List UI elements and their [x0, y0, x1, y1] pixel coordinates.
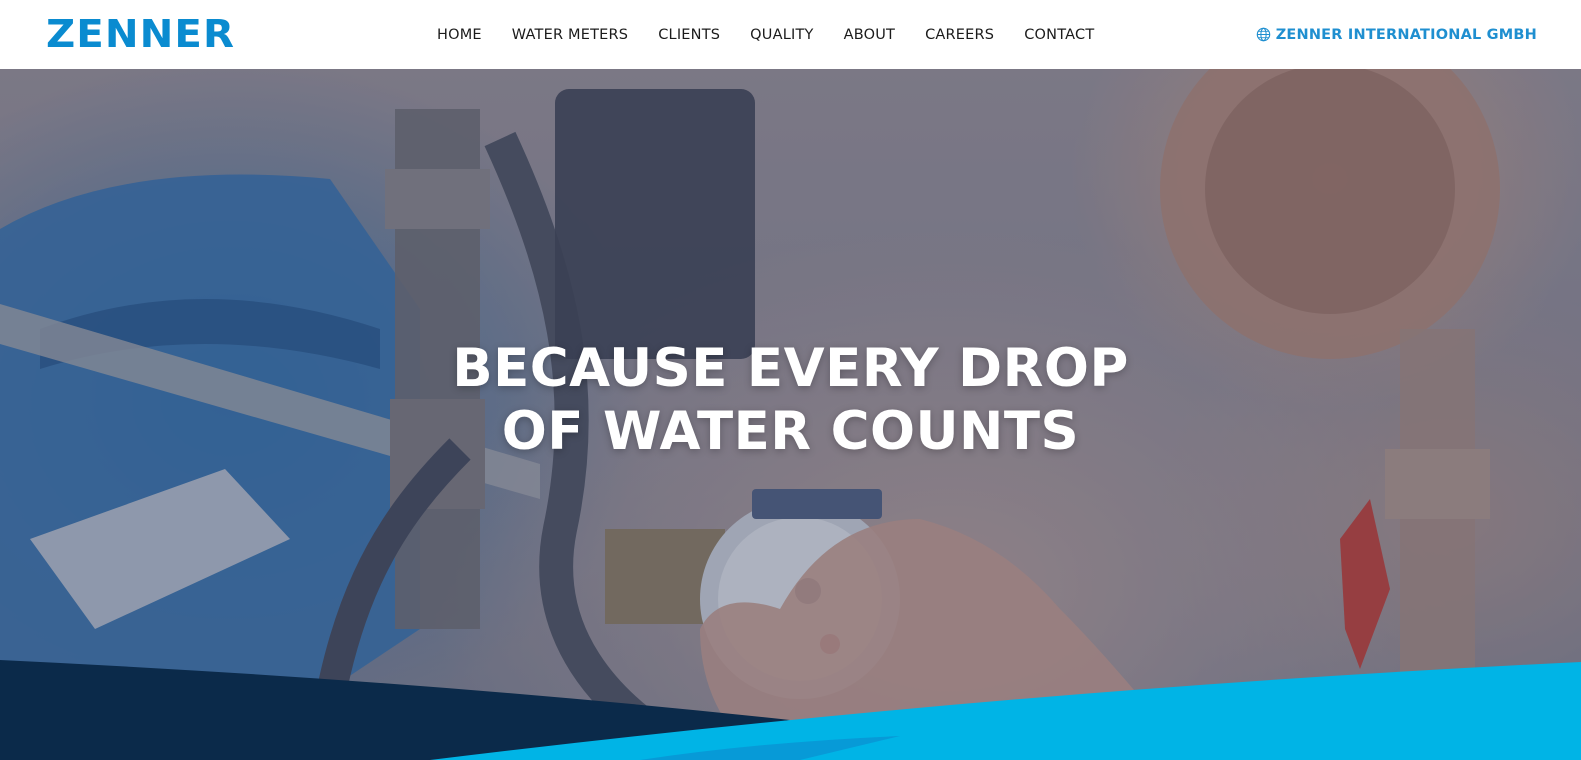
hero-bottom-wave [0, 660, 1581, 760]
nav-item-water-meters[interactable]: WATER METERS [512, 27, 628, 43]
nav-item-contact[interactable]: CONTACT [1024, 27, 1094, 43]
nav-item-home[interactable]: HOME [437, 27, 482, 43]
nav-item-quality[interactable]: QUALITY [750, 27, 813, 43]
nav-item-about[interactable]: ABOUT [844, 27, 896, 43]
globe-icon [1256, 27, 1270, 42]
nav-item-careers[interactable]: CAREERS [925, 27, 994, 43]
zenner-logo[interactable]: ZENNER [46, 15, 235, 53]
hero-title-line-2: OF WATER COUNTS [501, 401, 1080, 462]
nav-item-clients[interactable]: CLIENTS [658, 27, 720, 43]
site-header: ZENNER HOME WATER METERS CLIENTS QUALITY… [0, 0, 1581, 69]
hero-title-line-1: BECAUSE EVERY DROP [452, 338, 1129, 399]
company-site-link[interactable]: ZENNER INTERNATIONAL GMBH [1256, 0, 1537, 69]
company-site-label: ZENNER INTERNATIONAL GMBH [1275, 26, 1537, 43]
main-nav: HOME WATER METERS CLIENTS QUALITY ABOUT … [437, 0, 1094, 69]
hero-title: BECAUSE EVERY DROP OF WATER COUNTS [0, 337, 1581, 463]
